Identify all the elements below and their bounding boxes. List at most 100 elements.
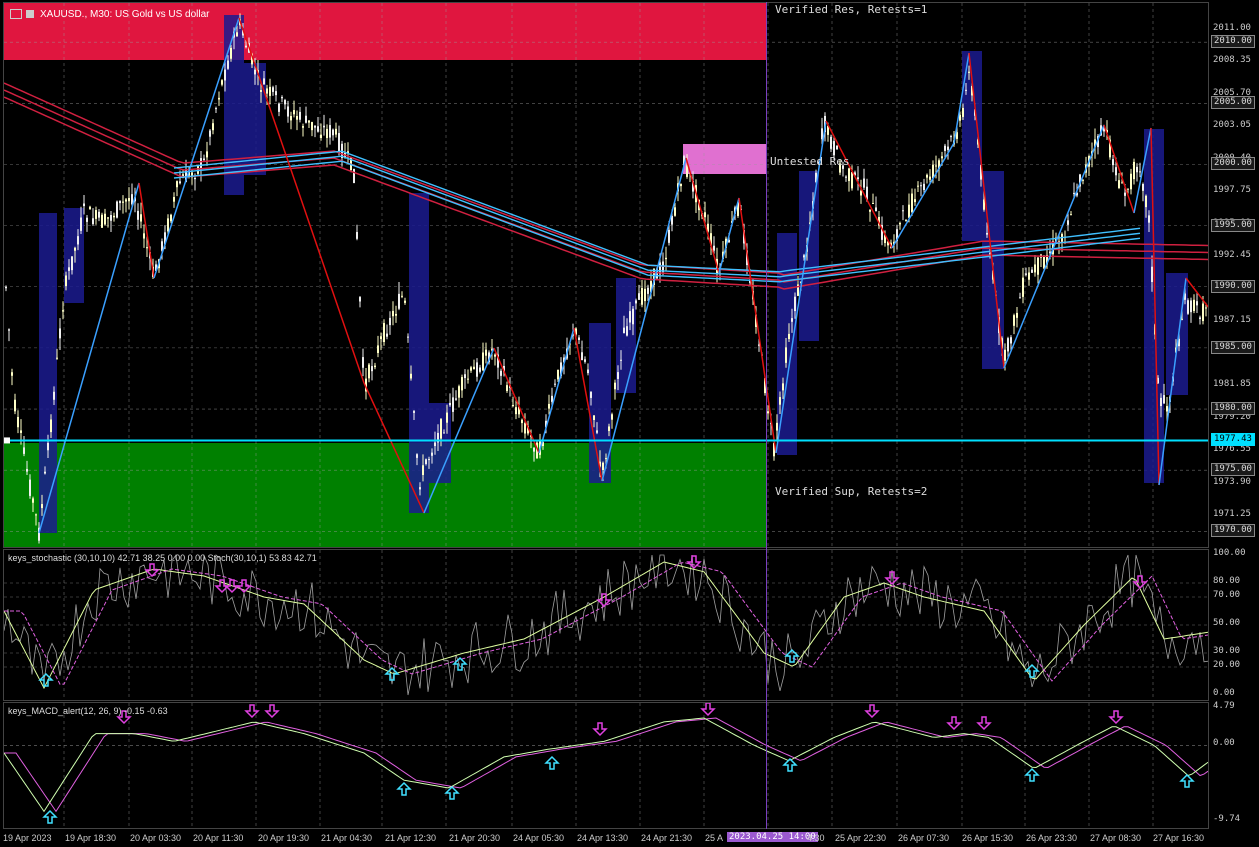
candle-body (581, 352, 583, 361)
candle-body (857, 177, 859, 180)
candle-body (326, 128, 328, 139)
candle-body (1112, 159, 1114, 166)
candle-body (119, 200, 121, 204)
time-tick-label: 24 Apr 05:30 (513, 833, 565, 843)
chart-menu-icon[interactable] (10, 9, 22, 20)
candle-body (314, 125, 316, 128)
candle-body (944, 145, 946, 151)
candle-body (392, 310, 394, 317)
zigzag-segment (718, 197, 740, 274)
candle-body (794, 296, 796, 312)
price-chart[interactable] (4, 3, 1209, 548)
candle-body (911, 193, 913, 213)
candle-body (443, 432, 445, 434)
candle-body (1010, 337, 1012, 344)
candle-body (593, 415, 595, 421)
candle-body (845, 176, 847, 178)
candle-body (230, 47, 232, 59)
macd-signal-line (4, 717, 1208, 813)
candle-body (785, 347, 787, 363)
candle-body (1163, 395, 1165, 404)
stochastic-panel[interactable]: keys_stochastic (30,10,10) 42.71 38.25 0… (3, 549, 1209, 701)
candle-body (635, 300, 637, 304)
candle-body (203, 158, 205, 161)
candle-body (299, 111, 301, 120)
candle-body (278, 103, 280, 112)
macd-buy-arrow (544, 755, 560, 770)
candle-body (1142, 183, 1144, 191)
candle-body (122, 201, 124, 203)
candle-body (1199, 317, 1201, 320)
chart-window[interactable]: XAUUSD., M30: US Gold vs US dollar Verif… (0, 0, 1259, 847)
macd-sell-arrow (592, 722, 608, 737)
price-tick-label: 1981.85 (1213, 379, 1251, 390)
candle-body (923, 183, 925, 191)
candle-body (62, 310, 64, 312)
untested-zone-label: Untested Res (770, 155, 850, 168)
candle-body (407, 336, 409, 338)
macd-axis[interactable]: 4.79 0.00 -9.74 (1209, 701, 1259, 829)
zigzag-segment (1103, 124, 1135, 214)
stochastic-chart[interactable] (4, 550, 1209, 701)
candle-body (41, 504, 43, 509)
candle-body (1127, 188, 1129, 190)
candle-body (50, 419, 52, 433)
price-level-box: 1990.00 (1211, 279, 1255, 293)
candle-body (137, 210, 139, 220)
price-axis[interactable]: 2011.002008.352005.702003.052000.401997.… (1209, 2, 1259, 548)
candle-body (902, 210, 904, 212)
candle-body (125, 199, 127, 202)
candle-body (29, 479, 31, 496)
candle-body (1073, 192, 1075, 194)
candle-body (14, 399, 16, 412)
price-tick-label: 1987.15 (1213, 314, 1251, 325)
candle-body (77, 236, 79, 245)
candle-body (356, 232, 358, 239)
candle-body (440, 419, 442, 439)
stochastic-axis[interactable]: 100.00 80.00 70.00 50.00 30.00 20.00 0.00 (1209, 548, 1259, 701)
candle-body (872, 203, 874, 205)
candle-body (236, 32, 238, 37)
candle-body (833, 141, 835, 156)
price-tick-label: 1997.75 (1213, 185, 1251, 195)
candle-body (908, 204, 910, 218)
candle-body (680, 184, 682, 187)
macd-buy-arrow (396, 781, 412, 796)
candle-body (1133, 161, 1135, 180)
candle-body (1025, 273, 1027, 275)
time-tick-label: 24 Apr 13:30 (577, 833, 629, 843)
candle-body (449, 402, 451, 406)
price-level-box: 1995.00 (1211, 218, 1255, 232)
session-box (799, 171, 819, 341)
candle-body (68, 267, 70, 271)
candle-body (914, 199, 916, 203)
candle-body (779, 397, 781, 405)
candle-body (1148, 215, 1150, 223)
timeframe-icon[interactable] (26, 10, 34, 19)
macd-sell-arrow (264, 704, 280, 719)
candle-body (590, 392, 592, 398)
candle-body (317, 126, 319, 132)
stochastic-tick-label: 70.00 (1213, 590, 1241, 600)
price-tick-label: 1973.90 (1213, 476, 1251, 487)
price-line-handle (4, 437, 10, 444)
macd-sell-arrow (864, 704, 880, 719)
candle-body (1037, 257, 1039, 275)
crosshair-vertical-line (766, 2, 767, 829)
macd-buy-arrow (1179, 773, 1195, 788)
stochastic-tick-label: 0.00 (1213, 688, 1235, 698)
macd-chart[interactable] (4, 703, 1209, 829)
time-axis[interactable]: 2023.04.25 14:00 19 Apr 2023 19 Apr 18:30… (0, 829, 1259, 847)
candle-body (206, 151, 208, 158)
candle-body (281, 97, 283, 99)
time-tick-label: 20 Apr 19:30 (258, 833, 310, 843)
candle-body (26, 468, 28, 472)
candle-body (446, 412, 448, 423)
price-panel[interactable]: XAUUSD., M30: US Gold vs US dollar Verif… (3, 2, 1209, 548)
candle-body (926, 174, 928, 178)
candle-body (263, 78, 265, 85)
macd-panel[interactable]: keys_MACD_alert(12, 26, 9) -0.15 -0.63 (3, 702, 1209, 829)
current-price-box: 1977.43 (1211, 433, 1255, 447)
zigzag-segment (493, 347, 540, 454)
price-level-box: 1970.00 (1211, 524, 1255, 538)
